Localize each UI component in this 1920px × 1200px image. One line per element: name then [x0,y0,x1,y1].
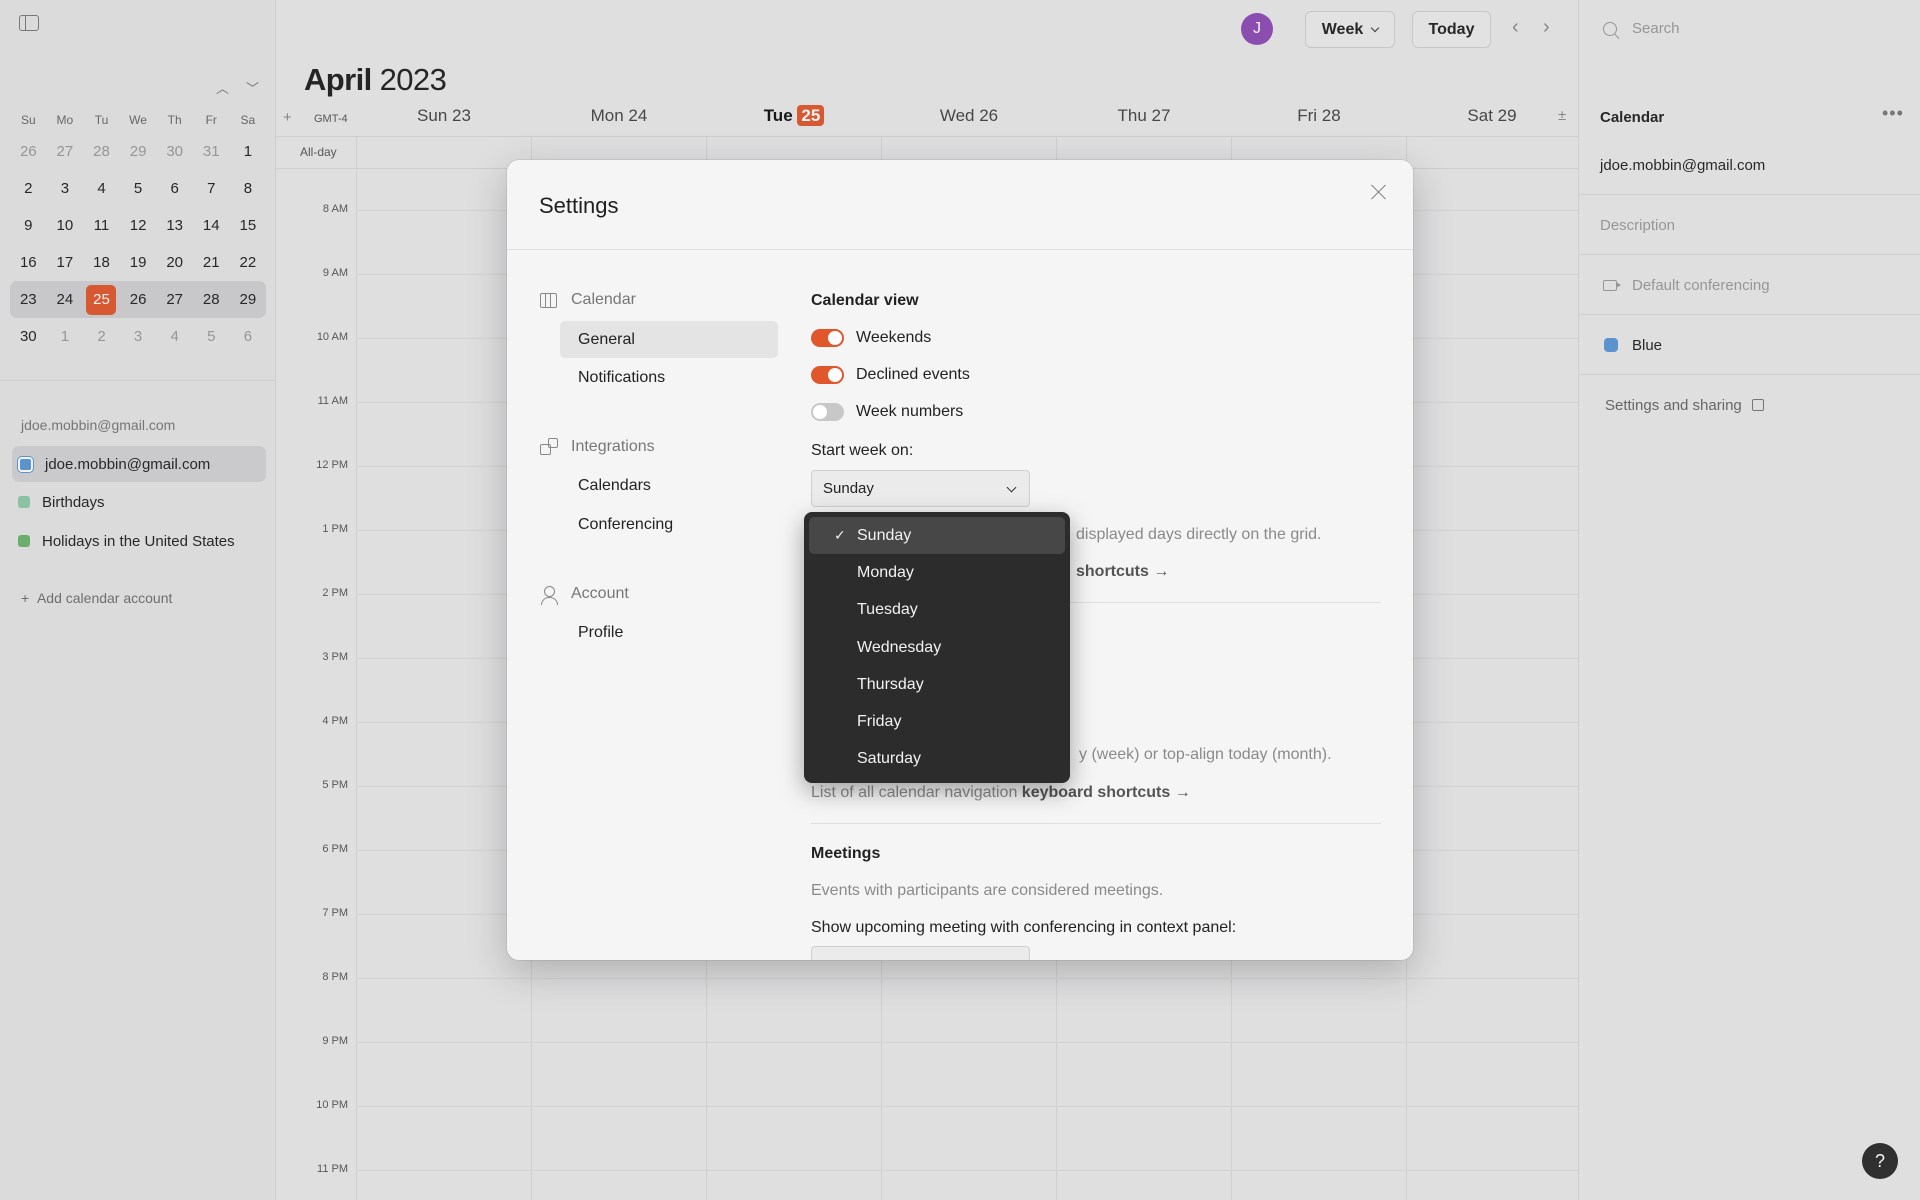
start-week-label: Start week on: [811,442,914,459]
dropdown-option-monday[interactable]: Monday [809,554,1065,591]
dropdown-option-saturday[interactable]: Saturday [809,741,1065,778]
declined-events-toggle[interactable] [811,366,844,384]
nav-item-notifications[interactable]: Notifications [560,359,778,396]
dropdown-option-thursday[interactable]: Thursday [809,666,1065,703]
nav-group-label: Account [571,585,629,602]
dropdown-option-tuesday[interactable]: Tuesday [809,592,1065,629]
dropdown-option-friday[interactable]: Friday [809,703,1065,740]
modal-header-divider [507,249,1413,250]
nav-item-profile[interactable]: Profile [560,614,778,651]
align-hint-text: y (week) or top-align today (month). [1079,746,1332,763]
integrations-icon [540,437,558,455]
keyboard-shortcuts-link[interactable]: keyboard shortcuts → [1022,784,1191,801]
nav-item-calendars[interactable]: Calendars [560,467,778,504]
modal-title: Settings [539,193,619,218]
shortcuts-link-label: shortcuts → [1076,563,1170,580]
nav-group-calendar: Calendar [540,291,636,309]
nav-group-account: Account [540,585,629,605]
meetings-description: Events with participants are considered … [811,882,1164,899]
dropdown-option-sunday[interactable]: ✓ Sunday [809,517,1065,555]
chevron-down-icon [1006,482,1017,493]
option-label: Sunday [857,526,912,544]
close-icon[interactable] [1369,182,1389,202]
section-divider [811,823,1381,824]
start-week-select[interactable]: Sunday [811,470,1030,507]
section-title-calendar-view: Calendar view [811,292,919,309]
week-numbers-row: Week numbers [811,403,963,421]
week-numbers-toggle[interactable] [811,403,844,421]
nav-item-general[interactable]: General [560,321,778,358]
start-week-dropdown: ✓ Sunday Monday Tuesday Wednesday Thursd… [804,512,1070,783]
shortcuts-link[interactable]: shortcuts → [1076,563,1169,581]
nav-group-integrations: Integrations [540,437,655,456]
weekends-row: Weekends [811,329,931,347]
nav-shortcuts-prefix: List of all calendar navigation [811,784,1022,801]
select-value: Sunday [823,480,874,497]
nav-group-label: Calendar [571,291,636,308]
grid-hint-text: displayed days directly on the grid. [1076,526,1322,543]
nav-group-label: Integrations [571,438,655,455]
check-icon: ✓ [834,527,846,543]
weekends-toggle[interactable] [811,329,844,347]
upcoming-meeting-select[interactable] [811,946,1030,960]
user-icon [540,585,558,605]
upcoming-meeting-label: Show upcoming meeting with conferencing … [811,919,1237,936]
toggle-label: Declined events [856,366,970,383]
toggle-label: Week numbers [856,403,964,420]
calendar-icon [540,292,557,308]
dropdown-option-wednesday[interactable]: Wednesday [809,629,1065,666]
toggle-label: Weekends [856,329,932,346]
section-title-meetings: Meetings [811,845,881,862]
nav-shortcuts-text: List of all calendar navigation keyboard… [811,784,1191,802]
declined-events-row: Declined events [811,366,970,384]
nav-item-conferencing[interactable]: Conferencing [560,506,778,543]
